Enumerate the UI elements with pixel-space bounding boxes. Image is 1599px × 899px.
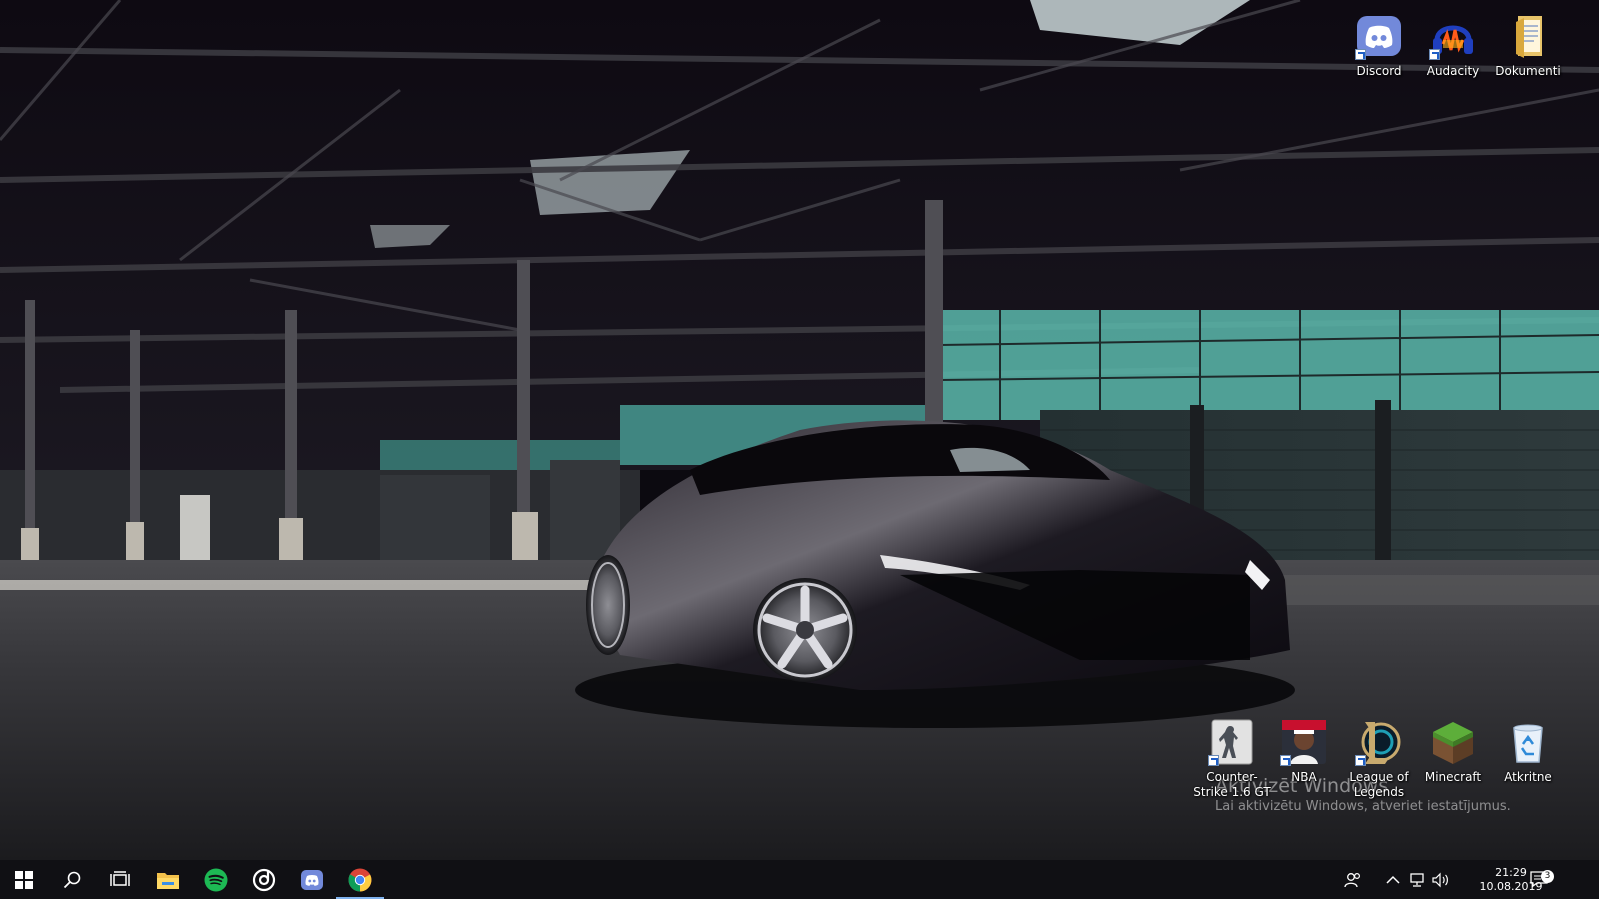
desktop-icon-recycle-bin[interactable]: Atkritne bbox=[1491, 718, 1565, 785]
shortcut-arrow-icon bbox=[1355, 49, 1366, 60]
action-center-button[interactable]: 3 bbox=[1520, 860, 1560, 899]
folder-icon bbox=[1516, 16, 1542, 58]
search-icon bbox=[63, 871, 81, 888]
shortcut-arrow-icon bbox=[1355, 755, 1366, 766]
desktop-icon-label: League of Legends bbox=[1349, 770, 1409, 799]
shortcut-arrow-icon bbox=[1208, 755, 1219, 766]
task-view-button[interactable] bbox=[96, 860, 144, 899]
taskbar-discord[interactable] bbox=[288, 860, 336, 899]
tray-volume[interactable] bbox=[1428, 860, 1454, 899]
chrome-icon bbox=[348, 868, 372, 891]
desktop-icon-discord[interactable]: Discord bbox=[1342, 12, 1416, 79]
desktop-icon-nba[interactable]: NBA bbox=[1267, 718, 1341, 785]
windows-logo-icon bbox=[15, 870, 33, 889]
tray-network[interactable] bbox=[1404, 860, 1430, 899]
desktop-icon-label: Counter-Strike 1.6 GT bbox=[1193, 770, 1271, 799]
search-button[interactable] bbox=[48, 860, 96, 899]
tray-people[interactable] bbox=[1336, 860, 1370, 899]
shortcut-arrow-icon bbox=[1280, 755, 1291, 766]
desktop-icon-dokumenti[interactable]: Dokumenti bbox=[1491, 12, 1565, 79]
taskbar-chrome[interactable] bbox=[336, 860, 384, 899]
desktop-icon-label: Dokumenti bbox=[1495, 64, 1561, 78]
spotify-icon bbox=[204, 868, 228, 891]
network-icon bbox=[1410, 872, 1424, 887]
start-button[interactable] bbox=[0, 860, 48, 899]
shortcut-arrow-icon bbox=[1429, 49, 1440, 60]
desktop-icon-label: Discord bbox=[1356, 64, 1402, 78]
desktop-icon-label: Minecraft bbox=[1424, 770, 1482, 784]
taskbar-spotify[interactable] bbox=[192, 860, 240, 899]
notification-count-badge: 3 bbox=[1541, 869, 1554, 883]
desktop-icon-audacity[interactable]: Audacity bbox=[1416, 12, 1490, 79]
minecraft-icon bbox=[1433, 722, 1473, 764]
taskbar: 21:29 10.08.2019 3 bbox=[0, 860, 1599, 899]
tray-show-hidden-icons[interactable] bbox=[1380, 860, 1406, 899]
desktop-icon-label: Atkritne bbox=[1504, 770, 1552, 784]
volume-icon bbox=[1432, 872, 1448, 887]
desktop-icon-minecraft[interactable]: Minecraft bbox=[1416, 718, 1490, 785]
recycle-bin-icon bbox=[1513, 724, 1543, 763]
discord-icon bbox=[301, 869, 323, 890]
desktop-icon-league-of-legends[interactable]: League of Legends bbox=[1342, 718, 1416, 800]
people-icon bbox=[1344, 872, 1361, 887]
taskbar-groove-music[interactable] bbox=[240, 860, 288, 899]
desktop-icon-label: Audacity bbox=[1426, 64, 1480, 78]
desktop-icon-counter-strike[interactable]: Counter-Strike 1.6 GT bbox=[1192, 718, 1272, 800]
chevron-up-icon bbox=[1386, 875, 1400, 884]
taskbar-file-explorer[interactable] bbox=[144, 860, 192, 899]
groove-music-icon bbox=[252, 868, 276, 891]
task-view-icon bbox=[110, 870, 130, 886]
file-explorer-icon bbox=[157, 872, 179, 889]
desktop-icon-label: NBA bbox=[1291, 770, 1317, 784]
